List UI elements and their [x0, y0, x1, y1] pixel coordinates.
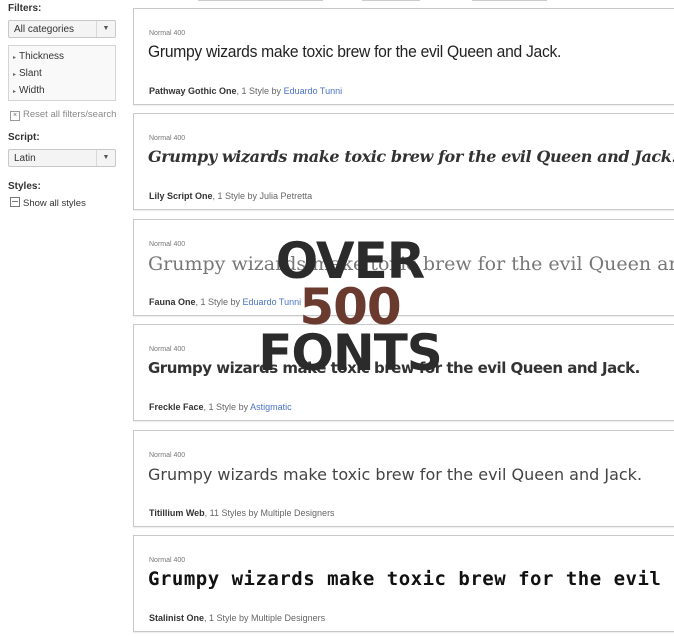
designer-link[interactable]: Eduardo Tunni	[243, 297, 302, 307]
font-sample-text: Grumpy wizards make toxic brew for the e…	[148, 42, 562, 61]
font-card[interactable]: Normal 400 Grumpy wizards make toxic bre…	[133, 219, 674, 316]
font-name[interactable]: Titillium Web	[149, 508, 205, 518]
font-sample-text: Grumpy wizards make toxic brew for the e…	[148, 568, 674, 590]
font-meta: Fauna One, 1 Style by Eduardo Tunni	[149, 297, 301, 307]
filter-options-box: ▸ Thickness ▸ Slant ▸ Width	[8, 45, 116, 101]
chevron-down-icon: ▼	[96, 21, 115, 37]
filter-thickness-label: Thickness	[19, 51, 65, 62]
designer-link[interactable]: Eduardo Tunni	[284, 86, 343, 96]
font-meta: Freckle Face, 1 Style by Astigmatic	[149, 402, 292, 412]
filters-label: Filters:	[8, 3, 42, 14]
font-style-label: Normal 400	[149, 30, 186, 37]
font-styles-count: , 1 Style by	[212, 191, 260, 201]
font-sample-text: Grumpy wizards make toxic brew for the e…	[148, 465, 643, 484]
font-meta: Pathway Gothic One, 1 Style by Eduardo T…	[149, 86, 342, 96]
font-name[interactable]: Freckle Face	[149, 402, 204, 412]
font-style-label: Normal 400	[149, 241, 186, 248]
show-all-styles-toggle[interactable]: Show all styles	[10, 197, 86, 209]
filter-width-label: Width	[19, 85, 45, 96]
close-icon: ×	[10, 111, 20, 121]
designer-link[interactable]: Astigmatic	[250, 402, 292, 412]
collapse-box-icon	[10, 197, 20, 207]
font-style-label: Normal 400	[149, 452, 186, 459]
filter-thickness[interactable]: ▸ Thickness	[13, 51, 64, 62]
font-styles-count: , 11 Styles by	[204, 508, 261, 518]
designer-name: Julia Petretta	[259, 191, 313, 201]
font-style-label: Normal 400	[149, 346, 186, 353]
font-name[interactable]: Pathway Gothic One	[149, 86, 237, 96]
styles-label: Styles:	[8, 181, 41, 192]
script-select[interactable]: Latin ▼	[8, 149, 116, 167]
category-select[interactable]: All categories ▼	[8, 20, 116, 38]
font-card[interactable]: Normal 400 Grumpy wizards make toxic bre…	[133, 535, 674, 632]
top-tab-edge	[362, 0, 420, 2]
font-sample-text: Grumpy wizards make toxic brew for the e…	[148, 147, 674, 166]
font-meta: Stalinist One, 1 Style by Multiple Desig…	[149, 613, 325, 623]
reset-filters-label: Reset all filters/search	[23, 109, 117, 120]
reset-filters-link[interactable]: × Reset all filters/search	[10, 109, 116, 121]
top-tab-edge	[198, 0, 323, 2]
triangle-right-icon: ▸	[13, 89, 17, 95]
font-card[interactable]: Normal 400 Grumpy wizards make toxic bre…	[133, 113, 674, 210]
font-name[interactable]: Stalinist One	[149, 613, 204, 623]
category-select-value: All categories	[14, 24, 75, 35]
font-name[interactable]: Fauna One	[149, 297, 196, 307]
top-tab-edge	[472, 0, 547, 2]
designer-name: Multiple Designers	[251, 613, 326, 623]
font-meta: Lily Script One, 1 Style by Julia Petret…	[149, 191, 312, 201]
font-style-label: Normal 400	[149, 557, 186, 564]
font-styles-count: , 1 Style by	[204, 613, 252, 623]
chevron-down-icon: ▼	[96, 150, 115, 166]
designer-name: Multiple Designers	[260, 508, 335, 518]
font-meta: Titillium Web, 11 Styles by Multiple Des…	[149, 508, 335, 518]
font-styles-count: , 1 Style by	[236, 86, 284, 96]
filter-slant-label: Slant	[19, 68, 42, 79]
triangle-right-icon: ▸	[13, 55, 17, 61]
script-select-value: Latin	[14, 153, 36, 164]
show-all-styles-label: Show all styles	[23, 198, 86, 209]
filter-width[interactable]: ▸ Width	[13, 85, 45, 96]
font-style-label: Normal 400	[149, 135, 186, 142]
font-sample-text: Grumpy wizards make toxic brew for the e…	[148, 359, 640, 377]
font-name[interactable]: Lily Script One	[149, 191, 213, 201]
font-card[interactable]: Normal 400 Grumpy wizards make toxic bre…	[133, 430, 674, 527]
font-card[interactable]: Normal 400 Grumpy wizards make toxic bre…	[133, 324, 674, 421]
font-styles-count: , 1 Style by	[195, 297, 243, 307]
filter-slant[interactable]: ▸ Slant	[13, 68, 42, 79]
font-styles-count: , 1 Style by	[203, 402, 251, 412]
triangle-right-icon: ▸	[13, 72, 17, 78]
font-sample-text: Grumpy wizards make toxic brew for the e…	[148, 253, 674, 275]
script-label: Script:	[8, 132, 40, 143]
font-card[interactable]: Normal 400 Grumpy wizards make toxic bre…	[133, 8, 674, 105]
